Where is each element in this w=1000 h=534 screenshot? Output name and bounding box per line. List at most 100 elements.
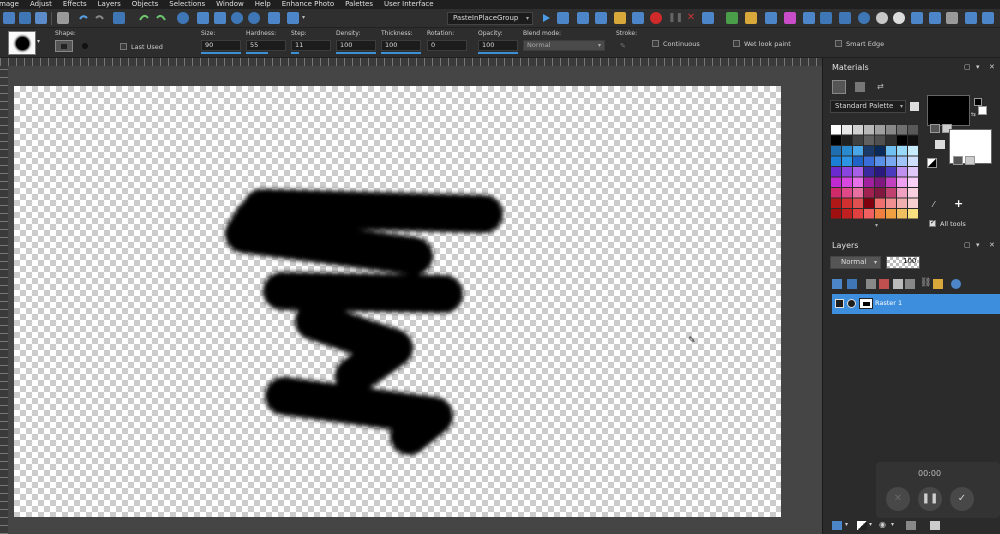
- foreground-lock-icon[interactable]: [930, 124, 940, 133]
- color-swatch[interactable]: [897, 167, 907, 177]
- color-swatch[interactable]: [853, 156, 863, 167]
- color-swatch[interactable]: [831, 125, 841, 135]
- restore-icon[interactable]: ▢: [964, 241, 971, 249]
- color-swatch[interactable]: [842, 125, 852, 135]
- menu-palettes[interactable]: Palettes: [345, 0, 373, 9]
- color-swatch[interactable]: [842, 146, 852, 156]
- color-swatch[interactable]: [875, 209, 885, 219]
- menu-user-interface[interactable]: User Interface: [384, 0, 434, 9]
- history-icon[interactable]: [876, 12, 888, 24]
- color-swatch[interactable]: [831, 135, 841, 146]
- materials-palette-icon[interactable]: [839, 12, 851, 24]
- eyedropper-icon[interactable]: ⁄: [933, 200, 934, 209]
- small-bg-swatch[interactable]: [978, 106, 987, 115]
- screenshot-icon[interactable]: [197, 12, 209, 24]
- redo-history-icon[interactable]: [155, 12, 167, 24]
- color-swatch[interactable]: [842, 198, 852, 209]
- density-input[interactable]: 100: [336, 40, 376, 51]
- script-debug-icon[interactable]: [577, 12, 589, 24]
- chevron-down-icon[interactable]: ▾: [869, 521, 872, 528]
- color-swatch[interactable]: [908, 125, 918, 135]
- color-swatch[interactable]: [853, 125, 863, 135]
- thickness-slider[interactable]: [381, 52, 421, 54]
- color-swatch[interactable]: [897, 188, 907, 198]
- redo-icon[interactable]: [94, 12, 106, 24]
- layer-opacity-field[interactable]: 100: [886, 256, 920, 269]
- script-output-palette-icon[interactable]: [946, 12, 958, 24]
- material-properties-icon[interactable]: [935, 140, 945, 149]
- color-swatch[interactable]: [853, 188, 863, 198]
- color-swatch[interactable]: [842, 209, 852, 219]
- finish-recording-button[interactable]: ✓: [950, 487, 974, 511]
- color-swatch[interactable]: [875, 156, 885, 167]
- chevron-down-icon[interactable]: ▾: [875, 222, 878, 229]
- brush-variance-icon[interactable]: [982, 12, 994, 24]
- menu-image[interactable]: Image: [0, 0, 19, 9]
- visibility-icon[interactable]: ◉: [879, 520, 886, 529]
- wet-look-checkbox[interactable]: [733, 40, 740, 47]
- palette-select[interactable]: Standard Palette ▾: [830, 100, 906, 113]
- color-swatch[interactable]: [864, 156, 874, 167]
- color-swatch[interactable]: [897, 209, 907, 219]
- size-input[interactable]: 90: [201, 40, 241, 51]
- color-swatch[interactable]: [875, 146, 885, 156]
- open-script-icon[interactable]: [614, 12, 626, 24]
- step-slider[interactable]: [291, 52, 299, 54]
- color-swatch[interactable]: [908, 156, 918, 167]
- color-swatch[interactable]: [886, 156, 896, 167]
- color-swatch[interactable]: [831, 188, 841, 198]
- color-swatch[interactable]: [864, 188, 874, 198]
- stroke-icon[interactable]: ✎: [620, 42, 630, 51]
- color-swatch[interactable]: [897, 177, 907, 188]
- layer-item-raster-1[interactable]: Raster 1: [832, 294, 1000, 314]
- color-swatch[interactable]: [853, 135, 863, 146]
- pause-recording-button[interactable]: ❚❚: [918, 487, 942, 511]
- small-fg-swatch[interactable]: [974, 98, 982, 106]
- help-icon[interactable]: [893, 12, 905, 24]
- effects-browser-icon[interactable]: [784, 12, 796, 24]
- cancel-recording-icon[interactable]: ✕: [685, 12, 697, 24]
- restore-icon[interactable]: ▢: [964, 63, 971, 71]
- hardness-input[interactable]: 55: [246, 40, 286, 51]
- duplicate-layer-icon[interactable]: [893, 279, 903, 289]
- color-swatch[interactable]: [908, 188, 918, 198]
- color-swatch[interactable]: [875, 177, 885, 188]
- color-swatch[interactable]: [853, 177, 863, 188]
- color-swatch[interactable]: [831, 156, 841, 167]
- color-swatch[interactable]: [897, 146, 907, 156]
- color-swatch[interactable]: [842, 167, 852, 177]
- gallery-icon[interactable]: [726, 12, 738, 24]
- new-raster-layer-icon[interactable]: [832, 279, 842, 289]
- color-swatch[interactable]: [864, 135, 874, 146]
- color-swatch[interactable]: [853, 167, 863, 177]
- menu-effects[interactable]: Effects: [63, 0, 87, 9]
- color-swatch[interactable]: [886, 209, 896, 219]
- color-swatch[interactable]: [908, 167, 918, 177]
- chevron-down-icon[interactable]: ▾: [302, 12, 310, 24]
- color-swatch[interactable]: [875, 198, 885, 209]
- grid-icon[interactable]: [214, 12, 226, 24]
- opacity-slider[interactable]: [478, 52, 518, 54]
- menu-enhance-photo[interactable]: Enhance Photo: [282, 0, 334, 9]
- cancel-recording-button[interactable]: ✕: [886, 487, 910, 511]
- color-swatch[interactable]: [853, 209, 863, 219]
- run-script-icon[interactable]: [540, 12, 552, 24]
- color-swatch[interactable]: [842, 135, 852, 146]
- menu-window[interactable]: Window: [216, 0, 244, 9]
- chevron-down-icon[interactable]: ▾: [891, 521, 894, 528]
- menu-help[interactable]: Help: [255, 0, 271, 9]
- layer-lock-icon[interactable]: [847, 299, 856, 308]
- close-icon[interactable]: ✕: [989, 63, 995, 71]
- color-swatch[interactable]: [831, 177, 841, 188]
- color-swatch[interactable]: [875, 188, 885, 198]
- background-lock-icon[interactable]: [953, 156, 963, 165]
- color-swatch[interactable]: [897, 156, 907, 167]
- menu-selections[interactable]: Selections: [169, 0, 205, 9]
- color-swatch[interactable]: [864, 167, 874, 177]
- record-icon[interactable]: [650, 12, 662, 24]
- chevron-down-icon[interactable]: ▾: [976, 63, 980, 71]
- color-swatch[interactable]: [842, 177, 852, 188]
- brush-preview[interactable]: [8, 31, 36, 55]
- thickness-input[interactable]: 100: [381, 40, 421, 51]
- undo-icon[interactable]: [77, 12, 89, 24]
